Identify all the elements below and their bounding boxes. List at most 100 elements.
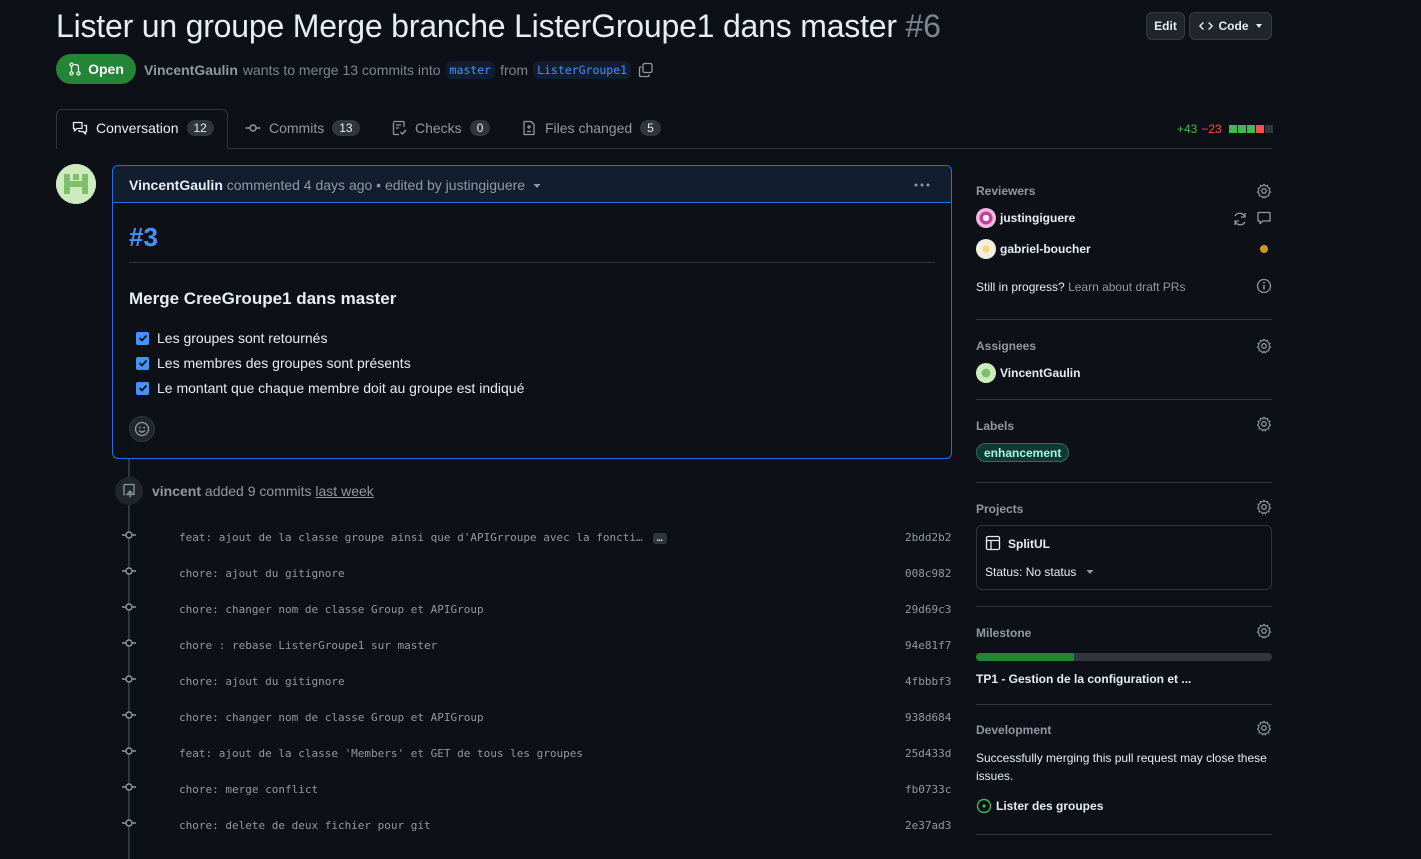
commit-message-text: chore: delete de deux fichier pour git [179, 819, 431, 832]
commit-sha-link[interactable]: 94e81f7 [905, 639, 951, 652]
gear-icon[interactable] [1256, 183, 1272, 199]
git-commit-icon [121, 815, 137, 831]
kebab-menu-icon[interactable] [912, 178, 932, 192]
edit-button[interactable]: Edit [1146, 12, 1185, 40]
commit-sha-link[interactable]: 29d69c3 [905, 603, 951, 616]
milestone-name-link[interactable]: TP1 - Gestion de la configuration et ... [976, 672, 1191, 686]
task-item[interactable]: Les groupes sont retournés [136, 330, 327, 346]
diffstat-additions: +43 [1177, 122, 1198, 136]
comment-heading-link[interactable]: #3 [129, 222, 158, 253]
checkbox-checked[interactable] [136, 356, 149, 370]
commit-message-link[interactable]: chore: changer nom de classe Group et AP… [179, 711, 484, 724]
commit-sha-link[interactable]: 008c982 [905, 567, 951, 580]
checkbox-checked[interactable] [136, 331, 149, 345]
caret-down-icon [1086, 570, 1094, 574]
timeline-actor-link[interactable]: vincent [152, 483, 201, 499]
author-avatar[interactable] [56, 164, 96, 204]
commit-sha-link[interactable]: 4fbbbf3 [905, 675, 951, 688]
comment-icon[interactable] [1256, 210, 1272, 226]
tab-files-changed[interactable]: Files changed 5 [521, 120, 661, 136]
draft-pr-link[interactable]: Learn about draft PRs [1068, 280, 1185, 294]
task-item[interactable]: Le montant que chaque membre doit au gro… [136, 380, 524, 396]
avatar [976, 363, 996, 383]
heading-divider [129, 262, 935, 263]
pr-title-text: Lister un groupe Merge branche ListerGro… [56, 8, 897, 44]
table-icon [985, 535, 1001, 551]
commit-message-link[interactable]: chore: ajout du gitignore [179, 567, 345, 580]
file-diff-icon [523, 120, 535, 136]
head-branch[interactable]: ListerGroupe1 [533, 61, 632, 79]
sidebar-divider [976, 399, 1272, 400]
commit-message-link[interactable]: chore: changer nom de classe Group et AP… [179, 603, 484, 616]
gear-icon[interactable] [1256, 338, 1272, 354]
commit-message-link[interactable]: feat: ajout de la classe 'Members' et GE… [179, 747, 583, 760]
add-reaction-button[interactable] [129, 416, 155, 442]
commit-message-link[interactable]: feat: ajout de la classe groupe ainsi qu… [179, 531, 667, 544]
commit-sha-link[interactable]: 2e37ad3 [905, 819, 951, 832]
tab-checks-count: 0 [469, 120, 491, 136]
reviewers-heading[interactable]: Reviewers [976, 184, 1035, 198]
commit-sha-link[interactable]: 938d684 [905, 711, 951, 724]
diffstat: +43 −23 [1177, 122, 1273, 136]
tab-conversation[interactable]: Conversation 12 [72, 120, 214, 136]
task-item[interactable]: Les membres des groupes sont présents [136, 355, 411, 371]
base-branch[interactable]: master [445, 61, 496, 79]
caret-down-icon[interactable] [533, 182, 541, 190]
commit-message-text: chore : rebase ListerGroupe1 sur master [179, 639, 438, 652]
project-name-link[interactable]: SplitUL [1008, 537, 1050, 551]
labels-heading[interactable]: Labels [976, 419, 1014, 433]
tab-commits-label: Commits [269, 120, 325, 136]
tab-commits[interactable]: Commits 13 [245, 120, 360, 136]
code-icon [1198, 22, 1213, 30]
tab-checks[interactable]: Checks 0 [391, 120, 491, 136]
expand-commit-button[interactable]: … [652, 533, 667, 544]
copy-icon[interactable] [638, 62, 654, 78]
pr-author-link[interactable]: VincentGaulin [144, 62, 238, 78]
commit-sha-link[interactable]: 2bdd2b2 [905, 531, 951, 544]
sync-icon[interactable] [1232, 211, 1248, 227]
commit-message-link[interactable]: chore : rebase ListerGroupe1 sur master [179, 639, 437, 652]
development-heading[interactable]: Development [976, 723, 1051, 737]
projects-heading[interactable]: Projects [976, 502, 1023, 516]
assignees-heading[interactable]: Assignees [976, 339, 1036, 353]
reviewer-item[interactable]: justingiguere [976, 208, 1075, 228]
checkbox-checked[interactable] [136, 381, 149, 395]
pull-request-icon [69, 62, 81, 76]
commit-sha-link[interactable]: 25d433d [905, 747, 951, 760]
assignee-name: VincentGaulin [1000, 366, 1081, 380]
gear-icon[interactable] [1256, 623, 1272, 639]
milestone-heading[interactable]: Milestone [976, 626, 1031, 640]
gear-icon[interactable] [1256, 720, 1272, 736]
assignee-item[interactable]: VincentGaulin [976, 363, 1080, 383]
info-icon[interactable] [1256, 278, 1272, 294]
comment-subheading: Merge CreeGroupe1 dans master [129, 289, 397, 308]
commit-message-link[interactable]: chore: merge conflict [179, 783, 318, 796]
commit-message-link[interactable]: chore: delete de deux fichier pour git [179, 819, 431, 832]
comment-discussion-icon [72, 121, 88, 135]
development-description: Successfully merging this pull request m… [976, 751, 1267, 783]
commit-message-text: chore: ajout du gitignore [179, 567, 345, 580]
commit-message-text: feat: ajout de la classe 'Members' et GE… [179, 747, 583, 760]
linked-issue[interactable]: Lister des groupes [976, 798, 1103, 814]
label-chip[interactable]: enhancement [976, 443, 1070, 462]
tab-commits-count: 13 [332, 120, 360, 136]
comment-author-link[interactable]: VincentGaulin [129, 177, 223, 193]
reviewer-item[interactable]: gabriel-boucher [976, 239, 1091, 259]
commit-sha-link[interactable]: fb0733c [905, 783, 951, 796]
comment-card [112, 165, 952, 459]
timeline-time-link[interactable]: last week [315, 483, 373, 499]
draft-pr-text: Still in progress? [976, 280, 1065, 294]
gear-icon[interactable] [1256, 499, 1272, 515]
commit-message-text: chore: changer nom de classe Group et AP… [179, 603, 484, 616]
git-commit-icon [121, 671, 137, 687]
git-commit-icon [121, 599, 137, 615]
sidebar-divider [976, 704, 1272, 705]
git-commit-icon [121, 563, 137, 579]
code-button[interactable]: Code [1189, 12, 1272, 40]
commit-message-link[interactable]: chore: ajout du gitignore [179, 675, 345, 688]
git-commit-icon [121, 707, 137, 723]
comment-meta-text[interactable]: commented 4 days ago • edited by justing… [227, 177, 525, 193]
project-card [976, 525, 1272, 590]
project-status-dropdown[interactable]: Status: No status [985, 565, 1094, 579]
gear-icon[interactable] [1256, 416, 1272, 432]
